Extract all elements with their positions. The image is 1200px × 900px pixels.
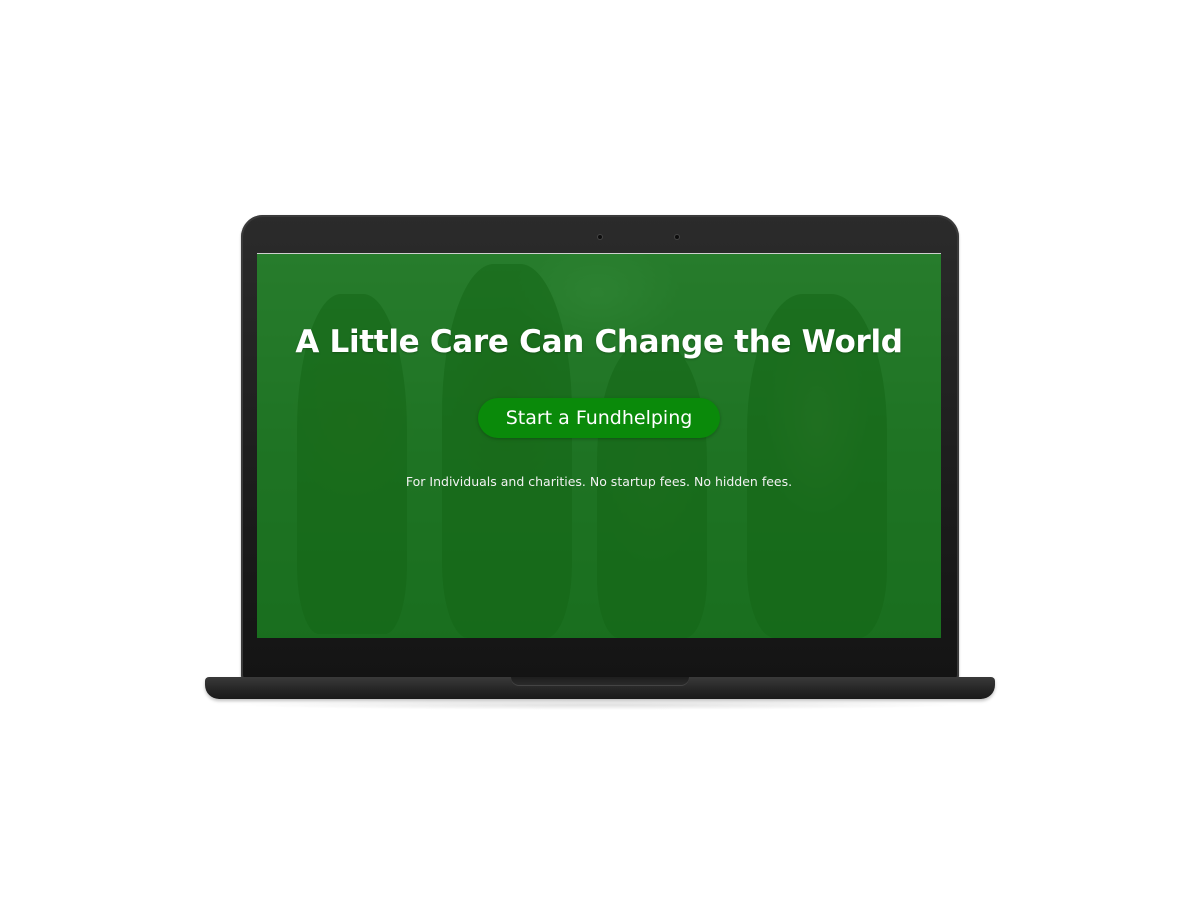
floor-shadow	[230, 700, 970, 710]
camera-icon	[675, 235, 679, 239]
laptop-base	[205, 677, 995, 699]
laptop-lid: A Little Care Can Change the World Start…	[241, 215, 959, 681]
hero-title: A Little Care Can Change the World	[295, 324, 903, 360]
hero-section: A Little Care Can Change the World Start…	[257, 254, 941, 638]
start-fundhelping-button[interactable]: Start a Fundhelping	[477, 398, 721, 438]
laptop-mockup: A Little Care Can Change the World Start…	[0, 0, 1200, 900]
laptop-opening-notch	[511, 677, 689, 686]
laptop-screen: A Little Care Can Change the World Start…	[257, 253, 941, 638]
camera-icon	[598, 235, 602, 239]
hero-tagline: For Individuals and charities. No startu…	[405, 474, 793, 489]
